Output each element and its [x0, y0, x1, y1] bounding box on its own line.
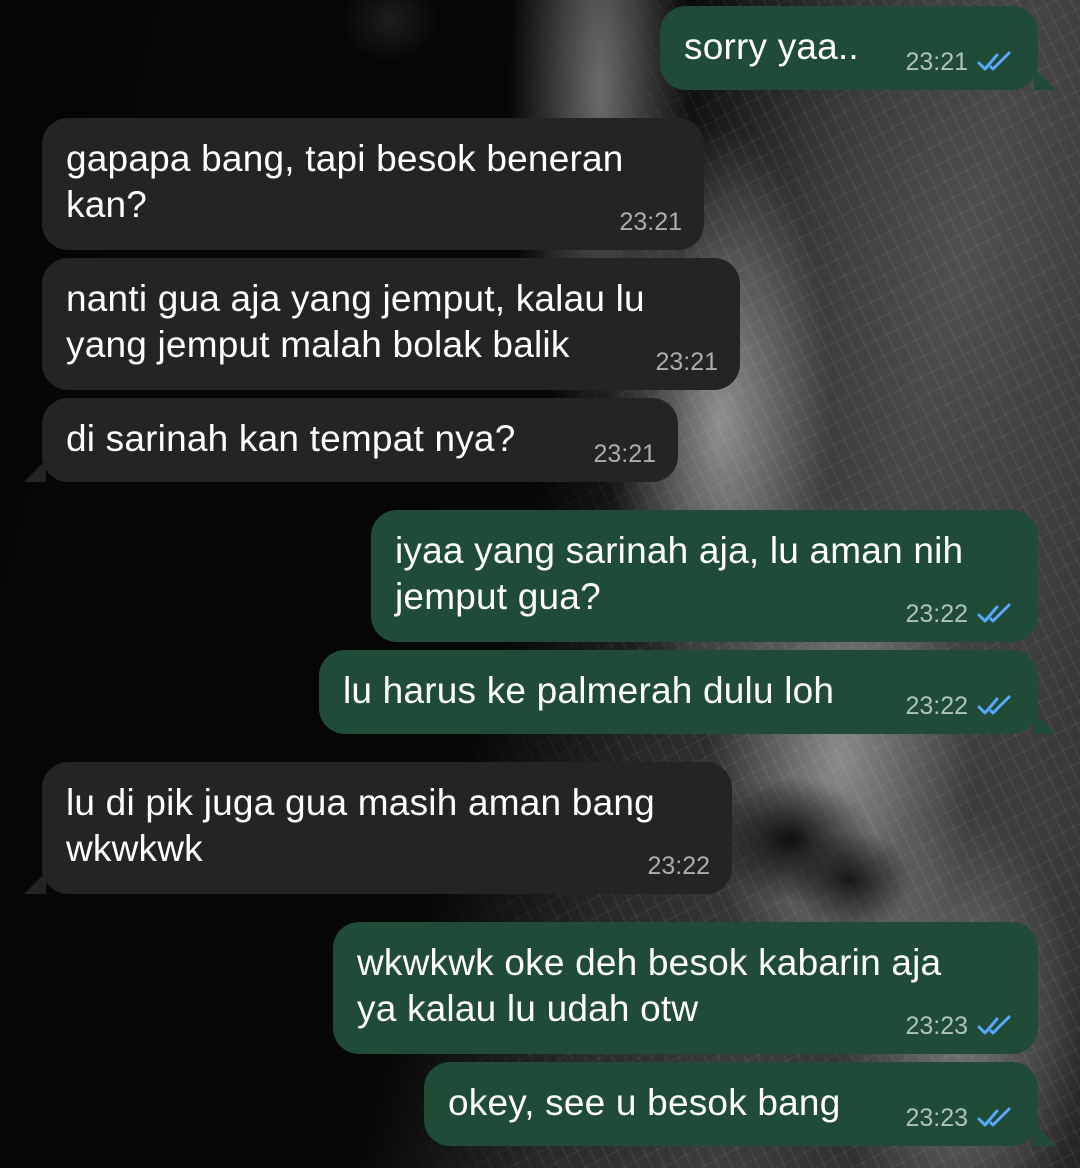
message-meta: 23:22 — [647, 852, 710, 880]
message-bubble-sent[interactable]: sorry yaa.. 23:21 — [660, 6, 1038, 90]
bubble-tail — [1034, 68, 1056, 90]
message-bubble-received[interactable]: nanti gua aja yang jemput, kalau lu yang… — [42, 258, 740, 390]
message-meta: 23:21 — [905, 48, 1016, 76]
message-bubble-sent[interactable]: wkwkwk oke deh besok kabarin aja ya kala… — [333, 922, 1038, 1054]
message-meta: 23:22 — [905, 692, 1016, 720]
message-bubble-received[interactable]: gapapa bang, tapi besok beneran kan? 23:… — [42, 118, 704, 250]
message-bubble-received[interactable]: di sarinah kan tempat nya? 23:21 — [42, 398, 678, 482]
double-check-icon — [976, 694, 1016, 718]
message-bubble-received[interactable]: lu di pik juga gua masih aman bang wkwkw… — [42, 762, 732, 894]
message-meta: 23:23 — [905, 1012, 1016, 1040]
double-check-icon — [976, 50, 1016, 74]
message-meta: 23:21 — [619, 208, 682, 236]
message-time: 23:23 — [905, 1012, 968, 1040]
message-meta: 23:23 — [905, 1104, 1016, 1132]
bubble-tail — [24, 460, 46, 482]
message-meta: 23:22 — [905, 600, 1016, 628]
message-text: nanti gua aja yang jemput, kalau lu yang… — [66, 278, 645, 365]
message-text: gapapa bang, tapi besok beneran kan? — [66, 138, 624, 225]
message-bubble-sent[interactable]: iyaa yang sarinah aja, lu aman nih jempu… — [371, 510, 1038, 642]
message-time: 23:21 — [619, 208, 682, 236]
message-meta: 23:21 — [593, 440, 656, 468]
double-check-icon — [976, 1106, 1016, 1130]
double-check-icon — [976, 602, 1016, 626]
message-text: di sarinah kan tempat nya? — [66, 418, 516, 459]
bubble-tail — [24, 872, 46, 894]
message-time: 23:22 — [647, 852, 710, 880]
message-time: 23:21 — [905, 48, 968, 76]
bubble-tail — [1034, 1124, 1056, 1146]
double-check-icon — [976, 1014, 1016, 1038]
message-bubble-sent[interactable]: okey, see u besok bang 23:23 — [424, 1062, 1038, 1146]
message-meta: 23:21 — [655, 348, 718, 376]
message-bubble-sent[interactable]: lu harus ke palmerah dulu loh 23:22 — [319, 650, 1038, 734]
message-time: 23:23 — [905, 1104, 968, 1132]
message-time: 23:21 — [593, 440, 656, 468]
message-time: 23:22 — [905, 692, 968, 720]
message-time: 23:21 — [655, 348, 718, 376]
message-time: 23:22 — [905, 600, 968, 628]
message-text: lu di pik juga gua masih aman bang wkwkw… — [66, 782, 655, 869]
bubble-tail — [1034, 712, 1056, 734]
